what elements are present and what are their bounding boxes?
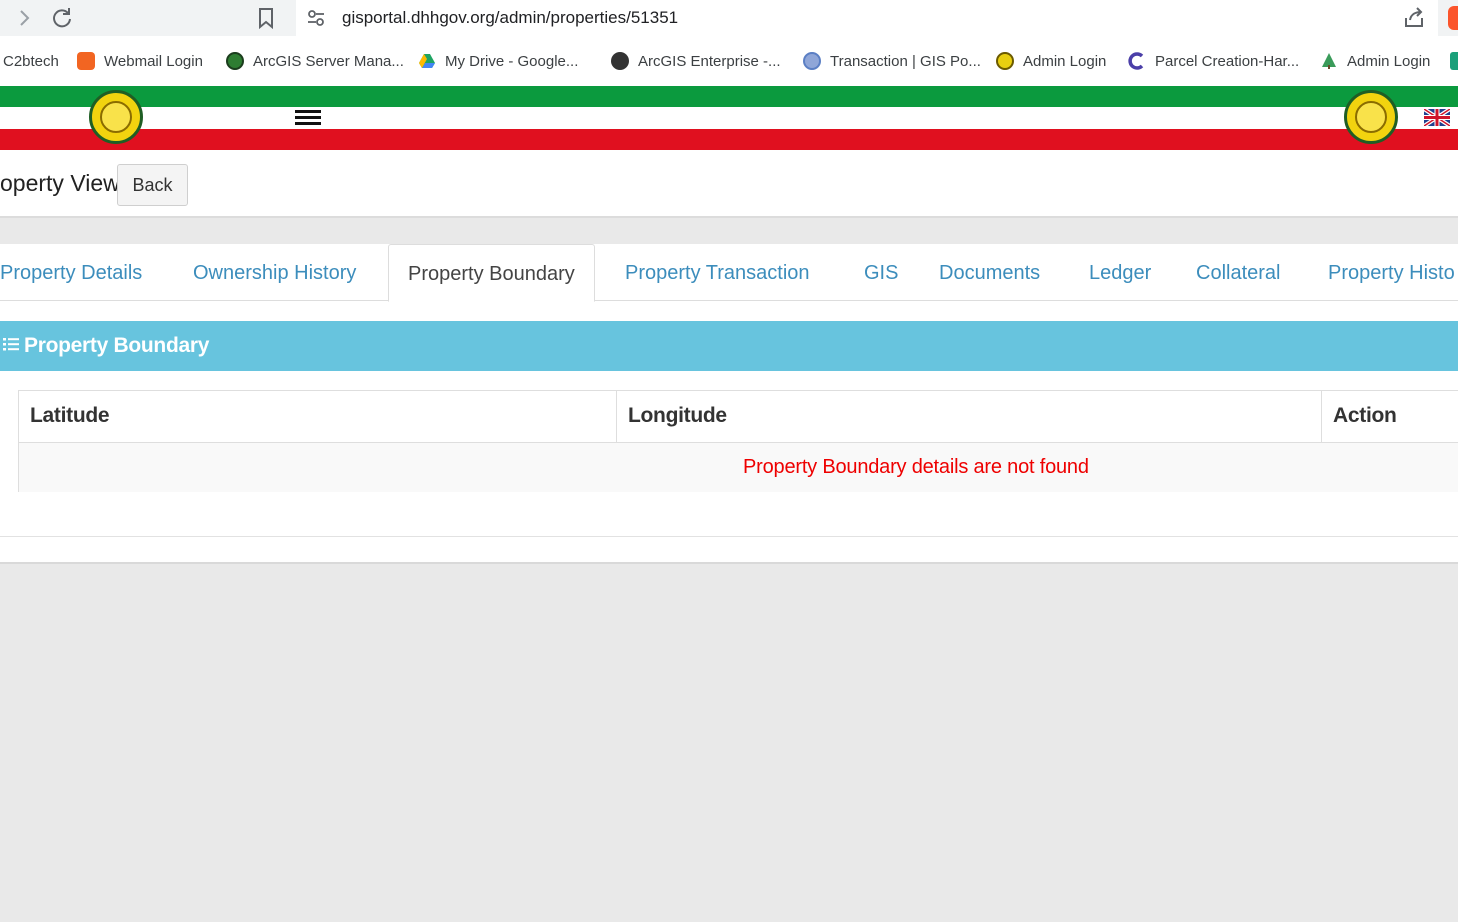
tab-property-transaction[interactable]: Property Transaction: [625, 244, 810, 301]
url-text[interactable]: gisportal.dhhgov.org/admin/properties/51…: [342, 8, 678, 28]
bookmark-label: My Drive - Google...: [445, 52, 579, 70]
url-bar[interactable]: gisportal.dhhgov.org/admin/properties/51…: [296, 0, 1438, 36]
page-title-bar: operty View Back: [0, 150, 1458, 218]
globe-dark-icon: [611, 52, 629, 70]
bookmark-icon[interactable]: [256, 6, 276, 30]
gis-portal-icon: [803, 52, 821, 70]
panel-title: Property Boundary: [24, 334, 210, 357]
bookmark-label: ArcGIS Server Mana...: [253, 52, 404, 70]
list-icon: [3, 338, 19, 351]
tab-property-details[interactable]: Property Details: [0, 244, 142, 301]
emblem-icon[interactable]: [89, 90, 143, 144]
back-button[interactable]: Back: [117, 164, 188, 206]
property-card: Property Details Ownership History Prope…: [0, 244, 1458, 564]
panel-header: Property Boundary: [0, 321, 1458, 371]
bookmark-item[interactable]: Admin Login: [1320, 50, 1430, 72]
page-title: operty View: [0, 170, 120, 196]
bookmark-label: C2btech: [3, 52, 59, 70]
tab-ledger[interactable]: Ledger: [1089, 244, 1151, 301]
tab-property-boundary[interactable]: Property Boundary: [388, 244, 595, 302]
c-logo-icon: [1128, 52, 1144, 70]
bookmark-item[interactable]: ArcGIS Enterprise -...: [611, 50, 781, 72]
bookmark-label: Webmail Login: [104, 52, 203, 70]
flag-band-white: [0, 107, 1458, 129]
bookmark-item[interactable]: My Drive - Google...: [418, 50, 578, 72]
bookmark-item[interactable]: Admin Login: [996, 50, 1106, 72]
column-header-action: Action: [1333, 404, 1397, 427]
bookmark-item[interactable]: Parcel Creation-Har...: [1128, 50, 1299, 72]
globe-icon: [226, 52, 244, 70]
tab-ownership-history[interactable]: Ownership History: [193, 244, 356, 301]
emblem-icon: [996, 52, 1014, 70]
uk-flag-icon[interactable]: [1424, 109, 1450, 126]
column-header-longitude: Longitude: [617, 391, 1322, 442]
empty-message: Property Boundary details are not found: [743, 456, 1089, 478]
bookmark-item[interactable]: [1450, 50, 1458, 72]
brave-shield-icon[interactable]: [1448, 6, 1458, 30]
tab-gis[interactable]: GIS: [864, 244, 898, 301]
table-row: Property Boundary details are not found: [19, 442, 1458, 492]
bookmark-label: ArcGIS Enterprise -...: [638, 52, 781, 70]
column-header-latitude: Latitude: [19, 391, 617, 442]
share-icon[interactable]: [1402, 6, 1426, 30]
divider: [0, 536, 1458, 537]
cpanel-icon: [77, 52, 95, 70]
bookmark-label: Parcel Creation-Har...: [1155, 52, 1300, 70]
flag-band-green: [0, 86, 1458, 107]
flag-band-red: [0, 129, 1458, 150]
bookmark-item[interactable]: C2btech: [3, 50, 59, 72]
site-header: [0, 86, 1458, 150]
reload-icon[interactable]: [48, 4, 76, 32]
bookmark-item[interactable]: Webmail Login: [77, 50, 203, 72]
site-settings-icon[interactable]: [306, 8, 326, 28]
forward-icon[interactable]: [10, 4, 38, 32]
bookmark-label: Transaction | GIS Po...: [830, 52, 981, 70]
bookmark-overflow-icon: [1450, 52, 1458, 70]
boundary-table: Latitude Longitude Action Property Bound…: [18, 390, 1458, 492]
google-drive-icon: [419, 54, 435, 68]
emblem-icon: [1344, 90, 1398, 144]
tab-bar: Property Details Ownership History Prope…: [0, 244, 1458, 302]
bookmark-label: Admin Login: [1347, 52, 1431, 70]
tree-icon: [1322, 53, 1336, 69]
tab-property-history[interactable]: Property Histo: [1328, 244, 1455, 301]
tab-collateral[interactable]: Collateral: [1196, 244, 1280, 301]
bookmark-item[interactable]: ArcGIS Server Mana...: [226, 50, 404, 72]
bookmarks-bar: C2btech Webmail Login ArcGIS Server Mana…: [0, 36, 1458, 86]
tab-documents[interactable]: Documents: [939, 244, 1040, 301]
bookmark-item[interactable]: Transaction | GIS Po...: [803, 50, 981, 72]
browser-toolbar: gisportal.dhhgov.org/admin/properties/51…: [0, 0, 1458, 36]
hamburger-icon[interactable]: [295, 110, 321, 126]
bookmark-label: Admin Login: [1023, 52, 1107, 70]
